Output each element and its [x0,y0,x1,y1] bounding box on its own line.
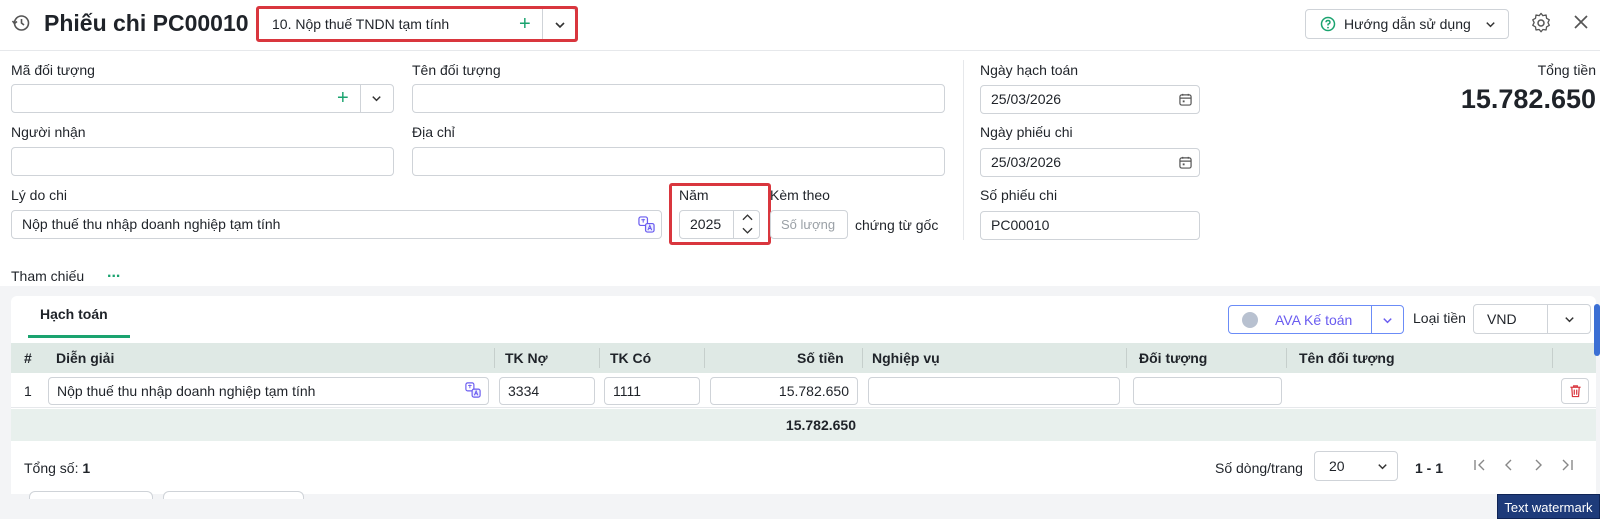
col-tk-no: TK Nợ [505,350,548,366]
tong-tien-value: 15.782.650 [1460,84,1596,114]
ava-avatar-icon [1242,312,1258,328]
scrollbar-thumb[interactable] [1594,304,1600,356]
col-num: # [24,350,32,366]
last-page-icon[interactable] [1559,457,1575,473]
divider [360,85,361,112]
translate-icon[interactable] [638,216,655,233]
ly-do-chi-input[interactable]: Nộp thuế thu nhập doanh nghiệp tạm tính [11,210,662,239]
ngay-phieu-chi-label: Ngày phiếu chi [980,124,1073,140]
col-doi-tuong: Đối tượng [1139,350,1208,366]
divider [1547,305,1548,333]
grid-header: # Diễn giải TK Nợ TK Có Số tiền Nghiệp v… [11,343,1596,373]
tab-hach-toan[interactable]: Hạch toán [40,306,108,322]
chevron-down-icon[interactable] [1381,314,1394,327]
loai-tien-label: Loại tiền [1413,310,1466,326]
so-phieu-chi-input[interactable]: PC00010 [980,211,1200,240]
ma-doi-tuong-label: Mã đối tượng [11,62,95,78]
tham-chieu-more-button[interactable]: ... [107,264,120,282]
help-button[interactable]: Hướng dẫn sử dụng [1305,9,1509,39]
tong-tien-label: Tổng tiền [1537,62,1596,78]
close-icon[interactable] [1572,13,1590,31]
ava-ke-toan-button[interactable]: AVA Kế toán [1228,305,1404,334]
sum-so-tien: 15.782.650 [785,417,856,433]
col-divider [1286,348,1287,368]
divider [1371,306,1372,333]
chevron-down-icon [1486,22,1495,28]
tab-active-indicator [28,335,130,338]
nghiep-vu-cell[interactable] [868,377,1120,405]
kem-theo-label: Kèm theo [770,187,830,203]
ly-do-chi-label: Lý do chi [11,187,68,203]
page-title: Phiếu chi PC00010 [44,10,249,36]
rows-per-page-label: Số dòng/trang [1215,460,1303,476]
gear-icon[interactable] [1530,12,1552,34]
so-tien-cell[interactable]: 15.782.650 [710,377,858,405]
chung-tu-goc-label: chứng từ gốc [855,217,939,233]
so-phieu-chi-label: Số phiếu chi [980,187,1058,203]
translate-icon[interactable] [465,382,481,398]
nguoi-nhan-label: Người nhận [11,124,86,140]
col-so-tien: Số tiền [797,350,844,366]
col-divider [599,348,600,368]
highlight-voucher-type [256,6,578,42]
rows-per-page-select[interactable]: 20 [1314,451,1398,481]
highlight-year [669,183,771,245]
help-label: Hướng dẫn sử dụng [1344,16,1471,32]
trash-icon [1570,385,1581,398]
row-number: 1 [24,383,32,399]
doi-tuong-cell[interactable] [1133,377,1282,405]
table-row: 1 Nộp thuế thu nhập doanh nghiệp tạm tín… [11,373,1596,408]
next-page-icon[interactable] [1530,457,1546,473]
ten-doi-tuong-input[interactable] [412,84,945,113]
ngay-hach-toan-input[interactable]: 25/03/2026 [980,85,1200,114]
add-object-icon[interactable]: + [337,86,349,110]
col-nghiep-vu: Nghiệp vụ [872,350,940,366]
bottom-button-stub[interactable] [163,491,304,499]
currency-value: VND [1487,311,1517,327]
currency-select[interactable]: VND [1473,304,1591,334]
tk-no-cell[interactable]: 3334 [499,377,595,405]
ten-doi-tuong-label: Tên đối tượng [412,62,501,78]
bottom-button-stub[interactable] [29,491,153,499]
chevron-down-icon [1378,464,1387,470]
col-divider [704,348,705,368]
chevron-down-icon [1565,317,1574,323]
ngay-hach-toan-label: Ngày hạch toán [980,62,1079,78]
col-ten-doi-tuong: Tên đối tượng [1299,350,1395,366]
dia-chi-label: Địa chỉ [412,124,455,140]
dien-giai-cell[interactable]: Nộp thuế thu nhập doanh nghiệp tạm tính [48,377,489,405]
col-divider [862,348,863,368]
text-watermark: Text watermark [1497,494,1600,519]
nguoi-nhan-input[interactable] [11,147,394,176]
col-divider [1126,348,1127,368]
total-count: Tổng số: 1 [24,460,91,476]
header-bar: Phiếu chi PC00010 10. Nộp thuế TNDN tạm … [0,0,1600,51]
accounting-panel: Hạch toán AVA Kế toán Loại tiền VND # Di… [11,296,1596,494]
calendar-icon[interactable] [1179,93,1192,106]
tham-chieu-label: Tham chiếu [11,268,85,284]
col-divider [494,348,495,368]
col-dien-giai: Diễn giải [56,350,115,366]
prev-page-icon[interactable] [1501,457,1517,473]
dia-chi-input[interactable] [412,147,945,176]
ava-label: AVA Kế toán [1275,312,1353,328]
col-divider [1552,348,1553,368]
ngay-phieu-chi-input[interactable]: 25/03/2026 [980,148,1200,177]
chevron-down-icon[interactable] [370,92,383,105]
delete-row-button[interactable] [1561,378,1589,404]
tk-co-cell[interactable]: 1111 [604,377,700,405]
history-icon[interactable] [11,13,31,33]
page-range: 1 - 1 [1415,460,1444,476]
rows-per-page-value: 20 [1329,458,1345,474]
first-page-icon[interactable] [1472,457,1488,473]
grid-sum-row: 15.782.650 [11,409,1596,441]
calendar-icon[interactable] [1179,156,1192,169]
so-luong-input[interactable]: Số lượng [770,210,848,239]
help-circle-icon [1320,16,1336,32]
col-tk-co: TK Có [610,350,652,366]
section-divider [963,60,964,240]
